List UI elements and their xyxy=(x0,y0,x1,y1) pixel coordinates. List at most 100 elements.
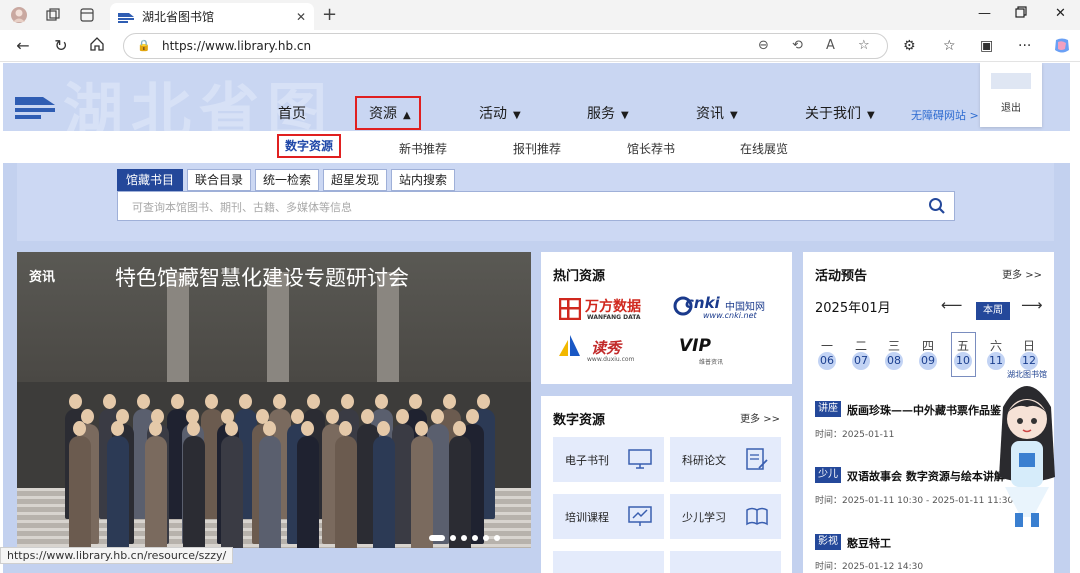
photo-person-head xyxy=(396,409,409,424)
user-card: 退出 xyxy=(980,63,1042,127)
library-logo-icon[interactable] xyxy=(15,95,57,121)
nav-about[interactable]: 关于我们 ▼ xyxy=(805,103,875,123)
wanfang-en: WANFANG DATA xyxy=(587,314,641,321)
nav-activities[interactable]: 活动 ▼ xyxy=(479,103,521,123)
digital-resources-more-link[interactable]: 更多 >> xyxy=(740,410,780,425)
photo-person xyxy=(449,436,471,548)
calendar-day[interactable]: 06 xyxy=(818,352,836,370)
tile-ebooks-label: 电子书刊 xyxy=(565,454,609,467)
nav-home[interactable]: 首页 xyxy=(278,103,306,123)
home-icon[interactable] xyxy=(87,36,107,56)
back-arrow-icon[interactable]: ← xyxy=(13,36,33,56)
copilot-icon[interactable] xyxy=(1053,38,1071,58)
read-aloud-icon[interactable]: A xyxy=(826,38,835,53)
tab-close-icon[interactable]: ✕ xyxy=(296,10,306,24)
search-tab-site[interactable]: 站内搜索 xyxy=(391,169,455,191)
event-title[interactable]: 版画珍珠——中外藏书票作品鉴 xyxy=(847,402,1001,418)
photo-person xyxy=(297,436,319,548)
calendar-day[interactable]: 07 xyxy=(852,352,870,370)
duxiu-logo[interactable]: 读秀 www.duxiu.com xyxy=(557,334,647,366)
carousel-dot[interactable] xyxy=(494,535,500,541)
nav-activities-label: 活动 xyxy=(479,106,507,122)
calendar-day-today[interactable]: 10 xyxy=(954,352,972,370)
duxiu-name: 读秀 xyxy=(591,339,622,357)
new-tab-icon[interactable]: + xyxy=(322,4,337,25)
prev-week-arrow-icon[interactable]: ⟵ xyxy=(941,296,963,314)
tab-title: 湖北省图书馆 xyxy=(142,10,215,24)
zoom-icon[interactable]: ⊖ xyxy=(758,38,769,53)
more-menu-icon[interactable]: ··· xyxy=(1018,38,1031,54)
cnki-logo[interactable]: cnki 中国知网 www.cnki.net xyxy=(673,294,773,322)
nav-news[interactable]: 资讯 ▼ xyxy=(696,103,738,123)
search-placeholder: 可查询本馆图书、期刊、古籍、多媒体等信息 xyxy=(132,201,352,214)
subnav-new-books[interactable]: 新书推荐 xyxy=(399,140,447,157)
nav-services[interactable]: 服务 ▼ xyxy=(587,103,629,123)
site-favicon-icon xyxy=(118,12,134,23)
url-text: https://www.library.hb.cn xyxy=(162,39,312,53)
search-tab-catalog[interactable]: 馆藏书目 xyxy=(117,169,183,191)
news-title[interactable]: 特色馆藏智慧化建设专题研讨会 xyxy=(115,262,409,292)
photo-person-head xyxy=(187,421,200,436)
accessibility-link[interactable]: 无障碍网站 > xyxy=(911,107,979,123)
search-tab-union[interactable]: 联合目录 xyxy=(187,169,251,191)
subnav-director-picks[interactable]: 馆长荐书 xyxy=(627,140,675,157)
extensions-icon[interactable]: ⚙ xyxy=(903,38,916,54)
hot-resources-card: 热门资源 万方数据 WANFANG DATA cnki 中国知网 www.cnk… xyxy=(541,252,792,384)
logout-link[interactable]: 退出 xyxy=(980,99,1042,114)
calendar-day[interactable]: 09 xyxy=(919,352,937,370)
caret-down-icon: ▼ xyxy=(513,110,521,121)
tile-research-papers[interactable]: 科研论文 xyxy=(670,437,781,482)
subnav-online-exhibits[interactable]: 在线展览 xyxy=(740,140,788,157)
tile-training-courses[interactable]: 培训课程 xyxy=(553,494,664,539)
tile-research-label: 科研论文 xyxy=(682,454,726,467)
carousel-dot[interactable] xyxy=(461,535,467,541)
profile-avatar-icon[interactable] xyxy=(10,6,28,24)
event-title[interactable]: 憨豆特工 xyxy=(847,535,891,551)
url-input[interactable]: 🔒 https://www.library.hb.cn ⊖ ⟲ A ☆ xyxy=(123,33,888,59)
mascot-assistant[interactable]: 湖北图书馆 xyxy=(991,367,1063,532)
tile-partial[interactable] xyxy=(553,551,664,573)
search-tab-superstar[interactable]: 超星发现 xyxy=(323,169,387,191)
browser-tab-bar: 湖北省图书馆 ✕ + — ✕ xyxy=(0,0,1080,30)
active-tab[interactable]: 湖北省图书馆 ✕ xyxy=(110,3,314,30)
photo-person xyxy=(145,436,167,548)
search-tab-unified[interactable]: 统一检索 xyxy=(255,169,319,191)
open-book-icon xyxy=(746,507,768,526)
tile-kids-learning[interactable]: 少儿学习 xyxy=(670,494,781,539)
search-input[interactable]: 可查询本馆图书、期刊、古籍、多媒体等信息 xyxy=(117,191,955,221)
favorite-star-icon[interactable]: ☆ xyxy=(858,38,870,53)
translate-icon[interactable]: ⟲ xyxy=(792,38,803,53)
news-carousel[interactable]: 资讯 特色馆藏智慧化建设专题研讨会 xyxy=(17,252,531,548)
search-icon[interactable] xyxy=(928,197,946,215)
tile-ebooks[interactable]: 电子书刊 xyxy=(553,437,664,482)
photo-person-head xyxy=(409,394,422,409)
photo-person-head xyxy=(453,421,466,436)
tile-partial[interactable] xyxy=(670,551,781,573)
this-week-button[interactable]: 本周 xyxy=(976,302,1010,320)
calendar-day[interactable]: 08 xyxy=(885,352,903,370)
next-week-arrow-icon[interactable]: ⟶ xyxy=(1021,296,1043,314)
tab-actions-icon[interactable] xyxy=(78,6,96,24)
vip-logo[interactable]: VIP 维普资讯 xyxy=(677,336,735,366)
photo-person-head xyxy=(111,421,124,436)
carousel-dot[interactable] xyxy=(450,535,456,541)
subnav-digital-resources[interactable]: 数字资源 xyxy=(277,134,341,158)
close-window-icon[interactable]: ✕ xyxy=(1055,6,1066,21)
event-title[interactable]: 双语故事会 数字资源与绘本讲解 xyxy=(847,468,1005,484)
subnav-periodicals[interactable]: 报刊推荐 xyxy=(513,140,561,157)
event-tag: 少儿 xyxy=(815,467,841,483)
carousel-dot[interactable] xyxy=(472,535,478,541)
minimize-icon[interactable]: — xyxy=(978,6,991,21)
restore-icon[interactable] xyxy=(1015,6,1027,22)
activities-more-link[interactable]: 更多 >> xyxy=(1002,266,1042,281)
workspaces-icon[interactable] xyxy=(44,6,62,24)
wanfang-name: 万方数据 xyxy=(585,299,641,315)
refresh-icon[interactable]: ↻ xyxy=(51,36,71,56)
wanfang-logo[interactable]: 万方数据 WANFANG DATA xyxy=(559,296,651,322)
carousel-dot[interactable] xyxy=(483,535,489,541)
activities-title: 活动预告 xyxy=(815,269,868,284)
collections-icon[interactable]: ▣ xyxy=(980,38,993,54)
carousel-dots xyxy=(429,535,500,541)
favorites-icon[interactable]: ☆ xyxy=(943,38,956,54)
carousel-dot-active[interactable] xyxy=(429,535,445,541)
